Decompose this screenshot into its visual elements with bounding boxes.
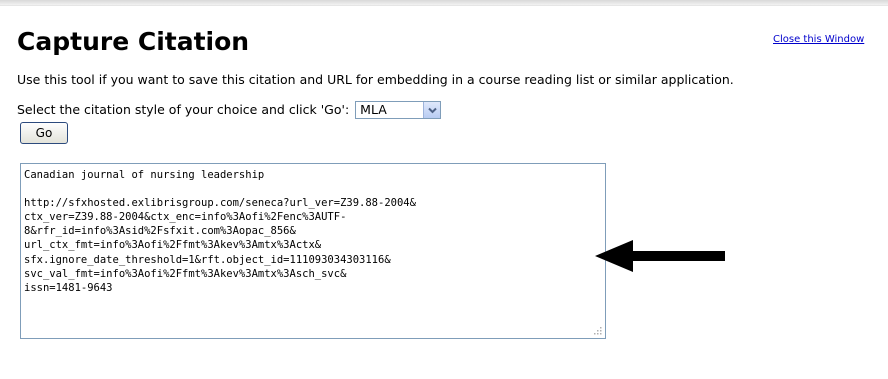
citation-line: 8&rfr_id=info%3Asid%2Fsfxit.com%3Aopac_8… [24,225,296,238]
go-button[interactable]: Go [20,122,68,144]
citation-style-value: MLA [360,102,387,117]
style-select-row: Select the citation style of your choice… [17,101,442,119]
select-prompt: Select the citation style of your choice… [17,102,350,117]
citation-textarea[interactable]: Canadian journal of nursing leadership h… [20,163,606,339]
citation-line: url_ctx_fmt=info%3Aofi%2Ffmt%3Akev%3Amtx… [24,239,322,252]
citation-line: svc_val_fmt=info%3Aofi%2Ffmt%3Akev%3Amtx… [24,267,347,280]
resize-grip-icon[interactable] [594,327,602,335]
citation-line: sfx.ignore_date_threshold=1&rft.object_i… [24,253,391,266]
citation-line: issn=1481-9643 [24,281,113,294]
citation-line: http://sfxhosted.exlibrisgroup.com/senec… [24,197,416,210]
citation-line: ctx_ver=Z39.88-2004&ctx_enc=info%3Aofi%2… [24,211,347,224]
citation-line [24,182,602,196]
citation-line: Canadian journal of nursing leadership [24,169,265,181]
citation-style-select[interactable]: MLA [355,101,442,119]
intro-text: Use this tool if you want to save this c… [17,72,734,87]
page-title: Capture Citation [17,27,250,56]
top-rule [0,0,888,6]
chevron-down-icon[interactable] [423,102,441,118]
arrow-left-icon [595,240,725,272]
citation-text: Canadian journal of nursing leadership h… [24,168,602,295]
close-window-link[interactable]: Close this Window [773,34,864,45]
